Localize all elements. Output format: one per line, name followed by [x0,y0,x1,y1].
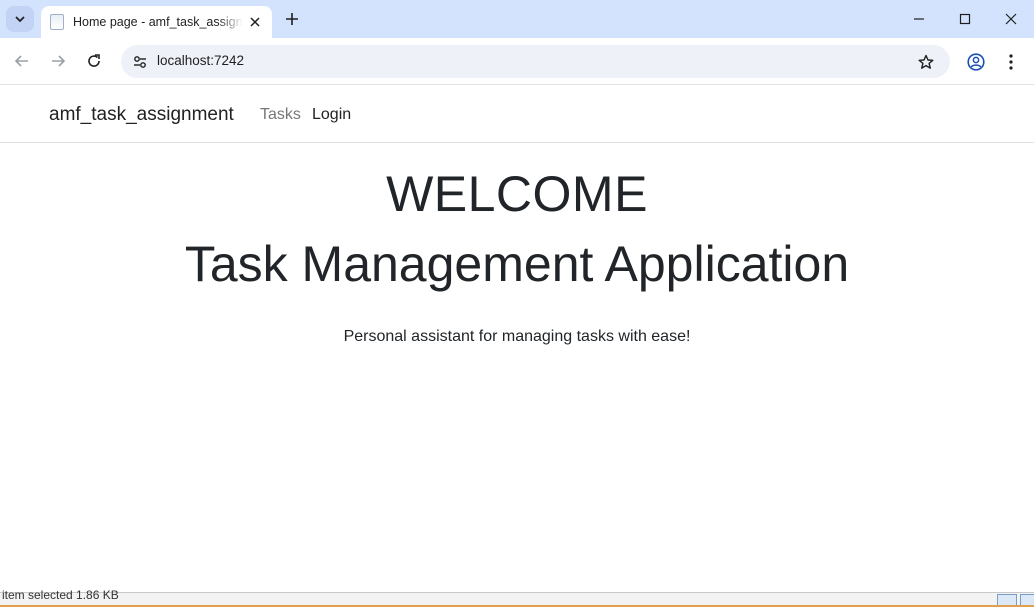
bookmark-button[interactable] [916,52,936,72]
reload-button[interactable] [82,49,106,73]
browser-toolbar: localhost:7242 [0,38,1034,85]
browser-tab[interactable]: Home page - amf_task_assignment [41,6,272,38]
star-icon [918,54,934,69]
close-window-button[interactable] [988,0,1034,38]
new-tab-button[interactable] [282,9,302,29]
nav-link-login[interactable]: Login [312,106,351,124]
plus-icon [286,13,298,25]
tab-close-button[interactable] [246,13,264,31]
app-title: Task Management Application [184,236,850,292]
reload-icon [88,54,100,67]
address-bar[interactable]: localhost:7242 [121,45,950,78]
site-brand-link[interactable]: amf_task_assignment [49,104,234,126]
nav-link-tasks[interactable]: Tasks [260,106,301,124]
tune-icon [134,56,146,68]
profile-icon [967,53,985,71]
site-info-button[interactable] [129,51,151,73]
minimize-button[interactable] [896,0,942,38]
tab-search-button[interactable] [6,6,34,32]
page-favicon-icon [50,14,64,30]
site-navbar: amf_task_assignment Tasks Login [0,86,1034,143]
close-icon [1005,13,1017,25]
back-button[interactable] [10,49,34,73]
browser-tab-strip: Home page - amf_task_assignment [0,0,1034,38]
status-bar: item selected 1.86 KB [0,588,1034,607]
maximize-button[interactable] [942,0,988,38]
status-text: item selected 1.86 KB [2,588,119,602]
profile-button[interactable] [964,50,988,74]
close-icon [250,17,260,27]
arrow-right-icon [52,55,66,67]
hero-tagline: Personal assistant for managing tasks wi… [343,328,691,345]
browser-menu-button[interactable] [1001,50,1021,74]
maximize-icon [959,13,971,25]
arrow-left-icon [14,55,28,67]
tab-title: Home page - amf_task_assignment [73,15,243,29]
chevron-down-icon [15,16,25,23]
minimize-icon [914,18,924,20]
welcome-heading: WELCOME [386,166,648,222]
url-text[interactable]: localhost:7242 [157,53,244,68]
hero-section: WELCOME Task Management Application Pers… [0,143,1034,346]
more-vertical-icon [1009,54,1013,70]
forward-button[interactable] [46,49,70,73]
